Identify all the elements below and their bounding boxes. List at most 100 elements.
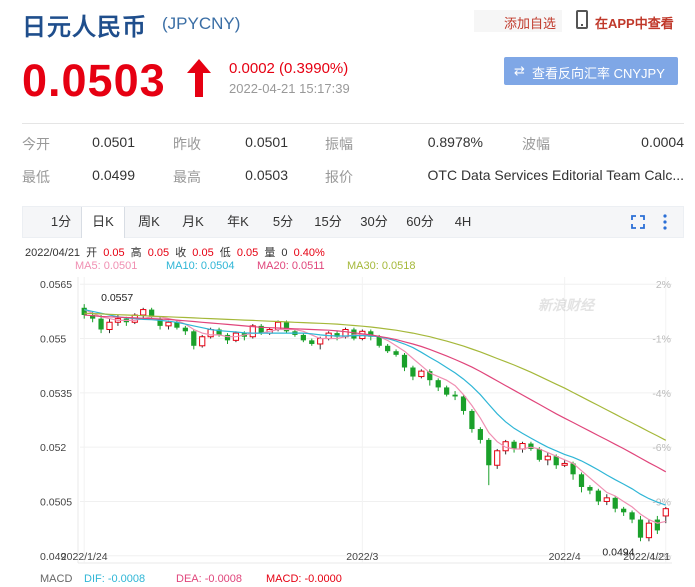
ma30-legend: MA30: 0.0518 [347,260,416,272]
candle-body [191,331,197,346]
macd-dea: DEA: -0.0008 [176,573,243,585]
pct-tick-label: -6% [652,442,671,454]
candle-body [603,497,610,502]
tab-yearly[interactable]: 年K [216,207,260,237]
x-axis-label: 2022/1/24 [61,551,108,563]
quote-source-value: OTC Data Services Editorial Team Calc... [427,167,685,183]
candle-body [98,318,104,330]
chart-ohlc-summary: 2022/04/21 开 0.05 高 0.05 收 0.05 低 0.05 量… [25,244,328,260]
summary-high: 0.05 [147,247,170,259]
candle-body [452,394,458,397]
candle-body [561,462,568,466]
open-label: 今开 [22,136,50,152]
candle-body [654,519,660,531]
tab-60min[interactable]: 60分 [397,207,443,237]
low-value: 0.0499 [92,167,135,183]
high-value: 0.0503 [245,167,288,183]
candle-body [486,439,492,466]
macd-dif: DIF: -0.0008 [84,573,146,585]
tab-1min[interactable]: 1分 [41,207,81,237]
low-label: 最低 [22,169,50,185]
current-price: 0.0503 [22,55,166,106]
candle-body [393,351,399,355]
summary-vol-label: 量 [264,247,276,259]
symbol-code: (JPYCNY) [162,14,241,33]
candle-body [578,474,585,487]
ma10-legend: MA10: 0.0504 [166,260,235,272]
summary-low: 0.05 [236,247,259,259]
tab-15min[interactable]: 15分 [305,207,351,237]
quote-page: 日元人民币 (JPYCNY) 添加自选 在APP中查看 0.0503 0.000… [0,0,695,587]
info-row: 今开 0.0501 昨收 0.0501 振幅 0.8978% 波幅 0.0004 [22,128,684,160]
candle-body [300,334,306,341]
price-change: 0.0002 (0.3990%) [229,60,349,77]
summary-close: 0.05 [192,247,214,259]
tab-4h[interactable]: 4H [443,207,483,237]
y-tick-label: 0.0535 [40,388,72,400]
tab-monthly[interactable]: 月K [171,207,215,237]
ma30-line [84,312,667,441]
candle-body [410,367,416,377]
quote-timestamp: 2022-04-21 15:17:39 [229,81,350,96]
candlestick-chart[interactable]: 0.05650.0550.05350.0520.05050.049 2%-1%-… [0,272,695,572]
add-favorite-label: 添加自选 [504,16,557,31]
app-view-link[interactable]: 在APP中查看 [595,13,674,32]
more-options-icon[interactable] [663,214,667,230]
candle-body [106,321,113,330]
y-tick-label: 0.052 [40,442,66,454]
candle-body [418,370,425,378]
header: 日元人民币 (JPYCNY) 添加自选 在APP中查看 [0,0,695,48]
candle-body [249,325,256,338]
amplitude-value: 0.8978% [427,134,483,150]
summary-high-label: 高 [130,247,142,259]
candle-body [444,387,450,395]
open-value: 0.0501 [92,134,135,150]
candle-body [477,429,483,440]
candle-body [207,328,214,338]
reverse-rate-button[interactable]: ⇄ 查看反向汇率 CNYJPY [504,57,678,85]
x-axis-label: 2022/4 [549,551,581,563]
x-axis-label: 2022/3 [346,551,378,563]
add-favorite-button[interactable]: 添加自选 [474,10,562,32]
y-axis-ticks: 0.05650.0550.05350.0520.05050.049 [40,279,72,563]
summary-open-label: 开 [86,247,98,259]
candle-body [494,450,501,466]
amplitude-label: 振幅 [325,136,353,152]
candle-body [182,327,188,332]
tab-weekly[interactable]: 周K [127,207,171,237]
up-arrow-icon [187,59,211,97]
tab-5min[interactable]: 5分 [261,207,305,237]
summary-low-label: 低 [219,247,231,259]
candle-body [401,354,408,368]
fullscreen-icon[interactable] [631,215,645,229]
ma20-legend: MA20: 0.0511 [257,260,325,272]
candle-body [662,508,669,517]
summary-vol: 0 [281,247,288,259]
info-row: 最低 0.0499 最高 0.0503 报价 OTC Data Services… [22,161,684,193]
min-price-label: 0.0494 [602,546,634,558]
reverse-rate-label: 查看反向汇率 CNYJPY [532,66,665,81]
candle-body [140,309,147,316]
summary-pct: 0.40% [293,247,325,259]
pct-tick-label: -4% [652,388,671,400]
candle-body [544,455,551,461]
y-tick-label: 0.055 [40,334,66,346]
tab-30min[interactable]: 30分 [351,207,397,237]
tab-daily[interactable]: 日K [81,207,125,238]
candle-body [165,321,172,327]
quote-info-table: 今开 0.0501 昨收 0.0501 振幅 0.8978% 波幅 0.0004… [22,123,684,191]
quote-source-label: 报价 [325,169,353,185]
summary-open: 0.05 [103,247,125,259]
candle-body [199,336,206,347]
y-tick-label: 0.0505 [40,496,72,508]
volatility-label: 波幅 [522,136,550,152]
prev-close-label: 昨收 [173,136,201,152]
candle-body [317,338,324,345]
extreme-labels: 0.0557 0.0494 [101,292,635,558]
chart-period-tabs: 1分 日K 周K 月K 年K 5分 15分 30分 60分 4H [22,206,684,238]
watermark: 新浪财经 [538,297,596,313]
pct-tick-label: -1% [652,334,671,346]
candle-body [621,508,627,513]
candle-body [612,497,618,509]
swap-icon: ⇄ [514,63,525,78]
